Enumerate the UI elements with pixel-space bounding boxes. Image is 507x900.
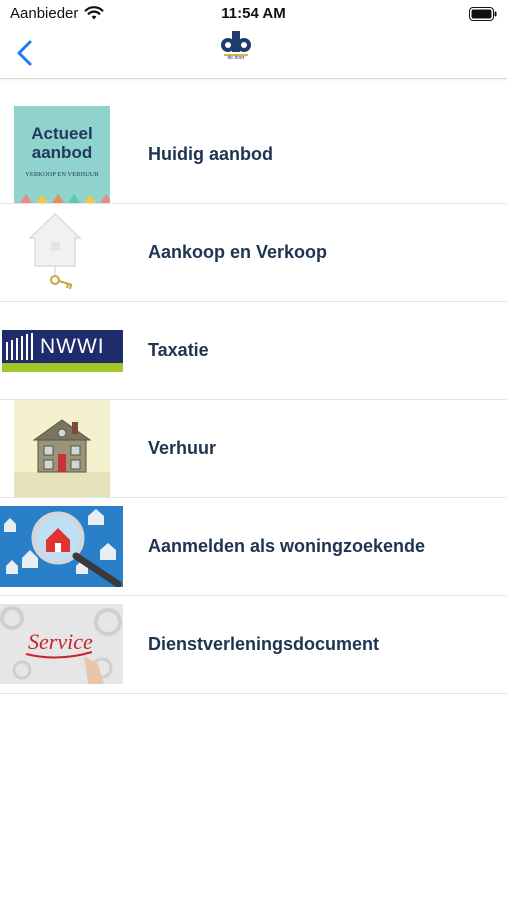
menu-item-label: Aanmelden als woningzoekende [148, 536, 426, 556]
menu-item-label: Verhuur [148, 438, 217, 458]
magnifier-houses-thumbnail [0, 506, 123, 587]
back-button[interactable] [12, 38, 40, 68]
de-boer-logo: de boer [218, 30, 254, 66]
status-bar: Aanbieder 11:54 AM [0, 0, 507, 30]
nwwi-text: NWWI [40, 335, 105, 358]
battery-icon [469, 7, 497, 26]
menu-item-aanmelden-woningzoekende[interactable]: Aanmelden als woningzoekende [0, 498, 507, 596]
actueel-line2: aanbod [32, 143, 92, 162]
house-key-icon [28, 212, 82, 290]
clock-label: 11:54 AM [221, 5, 286, 22]
logo-text: de boer [227, 55, 245, 61]
menu-item-taxatie[interactable]: NWWI Taxatie [0, 302, 507, 400]
menu-item-label: Taxatie [148, 340, 209, 360]
actueel-subtitle: VERKOOP EN VERHUUR [25, 171, 99, 178]
menu-item-label: Dienstverleningsdocument [148, 634, 380, 654]
actueel-line1: Actueel [31, 124, 92, 143]
actueel-aanbod-thumbnail: Actueel aanbod VERKOOP EN VERHUUR [14, 106, 110, 203]
menu-item-verhuur[interactable]: Verhuur [0, 400, 507, 498]
menu-item-label: Huidig aanbod [148, 144, 273, 164]
service-thumbnail: Service [0, 604, 123, 684]
menu-item-dienstverleningsdocument[interactable]: Service Dienstverleningsdocument [0, 596, 507, 694]
navigation-bar: de boer [0, 30, 507, 79]
menu-item-label: Aankoop en Verkoop [148, 242, 328, 262]
menu-item-aankoop-en-verkoop[interactable]: Aankoop en Verkoop [0, 204, 507, 302]
nwwi-logo: NWWI [2, 330, 123, 372]
service-text: Service [28, 629, 93, 654]
menu-item-huidig-aanbod[interactable]: Actueel aanbod VERKOOP EN VERHUUR Huidig… [0, 106, 507, 204]
chevron-left-icon [17, 40, 32, 66]
menu-list: Actueel aanbod VERKOOP EN VERHUUR Huidig… [0, 106, 507, 694]
house-illustration-thumbnail [14, 400, 110, 497]
